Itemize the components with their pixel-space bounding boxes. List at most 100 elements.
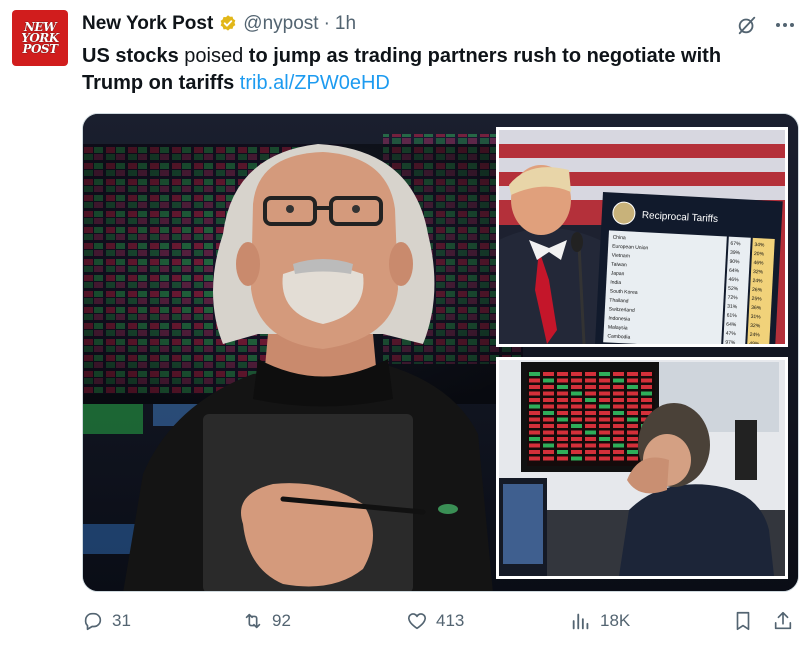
ticker-cell (627, 417, 638, 422)
ticker-cell (585, 424, 596, 428)
tariff-country-3: Taiwan (611, 262, 627, 269)
views-count: 18K (600, 611, 631, 630)
ticker-cell (557, 424, 568, 428)
tariff-reciprocal-7: 36% (751, 305, 762, 312)
ticker-cell (585, 417, 596, 422)
ticker-cell (557, 404, 568, 409)
ticker-cell (627, 404, 638, 409)
tariff-reciprocal-1: 20% (754, 251, 765, 258)
bookmark-button[interactable] (732, 610, 754, 632)
ticker-cell (627, 437, 638, 441)
ticker-cell (627, 391, 638, 396)
more-options-icon[interactable] (772, 14, 798, 36)
ticker-cell (585, 404, 596, 409)
ticker-cell (557, 430, 568, 435)
tariff-charged-10: 47% (726, 331, 737, 338)
ticker-cell (613, 411, 624, 415)
ticker-cell (627, 430, 638, 435)
ticker-cell (585, 456, 596, 461)
tariff-charged-5: 52% (728, 286, 739, 293)
avatar[interactable]: NEW YORK POST (12, 10, 68, 66)
tweet-header: New York Post @nypost · 1h (82, 13, 356, 35)
ticker-cell (543, 385, 554, 389)
ticker-cell (529, 450, 540, 454)
timestamp[interactable]: 1h (335, 13, 356, 35)
ticker-cell (557, 450, 568, 454)
ticker-cell (571, 450, 582, 454)
inset-trader-desk-photo (496, 357, 788, 579)
ticker-cell (613, 443, 624, 448)
ticker-cell (529, 456, 540, 461)
ticker-cell (613, 430, 624, 435)
ticker-cell (571, 456, 582, 461)
account-handle[interactable]: @nypost (243, 13, 318, 35)
ticker-cell (599, 417, 610, 422)
ticker-cell (627, 378, 638, 383)
ticker-cell (543, 417, 554, 422)
ticker-cell (543, 424, 554, 428)
verified-badge-icon[interactable] (218, 14, 238, 34)
bookmark-icon (736, 611, 750, 631)
ticker-cell (613, 417, 624, 422)
ticker-cell (571, 385, 582, 389)
ticker-cell (627, 398, 638, 402)
ticker-cell (613, 378, 624, 383)
ticker-cell (599, 404, 610, 409)
ticker-cell (641, 398, 652, 402)
tariff-charged-9: 64% (726, 322, 737, 329)
ticker-cell (613, 372, 624, 376)
tariff-charged-11: 97% (725, 340, 736, 344)
tariff-reciprocal-3: 32% (753, 269, 764, 276)
ticker-cell (641, 391, 652, 396)
ticker-cell (529, 385, 540, 389)
repost-button[interactable]: 92 (242, 610, 291, 632)
tweet-media[interactable]: Reciprocal Tariffs China 67% 34% European U… (82, 113, 799, 592)
ticker-cell (529, 417, 540, 422)
tweet-text-bold-1: US stocks (82, 45, 179, 67)
repost-icon (245, 613, 261, 629)
ticker-cell (599, 437, 610, 441)
ticker-cell (599, 450, 610, 454)
tariff-charged-7: 31% (727, 304, 738, 311)
ticker-cell (599, 372, 610, 376)
tariff-reciprocal-2: 46% (753, 260, 764, 267)
tariff-reciprocal-8: 31% (751, 314, 762, 321)
ticker-cell (571, 424, 582, 428)
tariff-charged-4: 46% (728, 277, 739, 284)
ticker-cell (571, 372, 582, 376)
ticker-cell (557, 372, 568, 376)
ticker-cell (571, 430, 582, 435)
ticker-cell (543, 372, 554, 376)
ticker-cell (557, 378, 568, 383)
ticker-cell (571, 398, 582, 402)
ticker-cell (543, 450, 554, 454)
views-icon (572, 613, 589, 630)
share-button[interactable] (772, 610, 794, 632)
ticker-cell (529, 443, 540, 448)
ticker-cell (627, 424, 638, 428)
tariff-country-5: India (610, 280, 621, 287)
ticker-cell (585, 372, 596, 376)
reply-button[interactable]: 31 (82, 610, 131, 632)
share-icon (774, 611, 792, 630)
ticker-cell (571, 391, 582, 396)
tariff-country-4: Japan (611, 271, 625, 278)
ticker-cell (529, 398, 540, 402)
ticker-cell (585, 437, 596, 441)
ticker-cell (599, 385, 610, 389)
tariff-country-0: China (612, 235, 626, 242)
ticker-cell (529, 424, 540, 428)
tariff-charged-2: 90% (729, 259, 740, 266)
views-button[interactable]: 18K (570, 610, 630, 632)
account-name[interactable]: New York Post (82, 13, 213, 35)
ticker-cell (529, 372, 540, 376)
repost-count: 92 (272, 611, 291, 630)
tweet-link[interactable]: trib.al/ZPW0eHD (240, 72, 390, 94)
like-button[interactable]: 413 (406, 610, 464, 632)
grok-icon[interactable] (736, 14, 758, 36)
ticker-cell (557, 417, 568, 422)
ticker-cell (585, 391, 596, 396)
tariff-country-10: Malaysia (608, 324, 628, 331)
ticker-cell (529, 430, 540, 435)
ticker-cell (599, 391, 610, 396)
